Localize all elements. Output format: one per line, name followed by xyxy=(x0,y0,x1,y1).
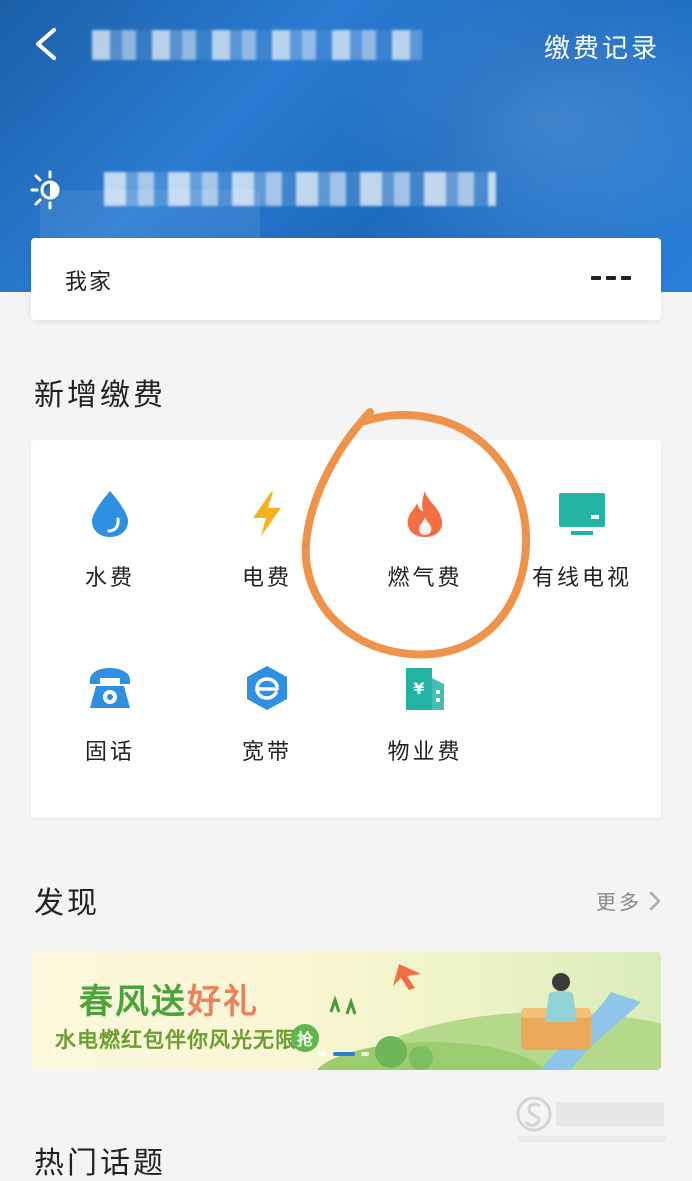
more-dot xyxy=(591,276,601,280)
chevron-right-icon xyxy=(649,891,661,910)
back-button[interactable] xyxy=(28,22,68,66)
sun-icon xyxy=(30,170,60,210)
broadband-icon xyxy=(239,660,295,716)
discover-title: 发现 xyxy=(34,886,100,921)
chevron-left-icon xyxy=(36,28,56,60)
service-label: 宽带 xyxy=(241,740,292,765)
more-dot xyxy=(606,276,616,280)
carousel-indicator xyxy=(319,1052,369,1056)
banner-title: 春风送好礼 xyxy=(79,982,259,1022)
service-label: 有线电视 xyxy=(531,566,632,591)
service-broadband[interactable]: 宽带 xyxy=(192,660,342,790)
services-grid: 水费 电费 燃气费 有线电视 固话 宽带 ¥ 物业费 xyxy=(31,440,661,818)
blurred-title xyxy=(92,30,422,60)
banner-subtitle: 水电燃红包伴你风光无限 xyxy=(55,1028,297,1052)
service-property[interactable]: ¥ 物业费 xyxy=(350,660,500,790)
home-label: 我家 xyxy=(65,270,114,295)
svg-text:¥: ¥ xyxy=(413,679,424,698)
tv-icon xyxy=(554,486,610,542)
payment-page: 缴费记录 我家 新增缴费 水费 电费 燃气费 有线电视 固话 宽带 ¥ 物业费 … xyxy=(0,0,692,1181)
payment-record-link[interactable]: 缴费记录 xyxy=(544,28,660,65)
more-options-button[interactable] xyxy=(591,266,631,290)
service-label: 物业费 xyxy=(387,740,463,765)
more-dot xyxy=(621,276,631,280)
new-payment-title: 新增缴费 xyxy=(34,378,166,413)
service-label: 燃气费 xyxy=(387,566,463,591)
discover-more-link[interactable]: 更多 xyxy=(596,886,662,915)
more-label: 更多 xyxy=(596,890,642,914)
water-drop-icon xyxy=(82,486,138,542)
building-icon: ¥ xyxy=(397,660,453,716)
flame-icon xyxy=(397,486,453,542)
watermark-logo xyxy=(516,1096,666,1142)
service-label: 固话 xyxy=(84,740,135,765)
home-account-card[interactable]: 我家 xyxy=(31,238,661,320)
lightning-icon xyxy=(239,486,295,542)
service-label: 水费 xyxy=(84,566,135,591)
service-gas[interactable]: 燃气费 xyxy=(350,486,500,616)
promo-banner[interactable]: 春风送好礼 水电燃红包伴你风光无限 抢 xyxy=(31,952,661,1070)
service-landline[interactable]: 固话 xyxy=(35,660,185,790)
service-cable-tv[interactable]: 有线电视 xyxy=(507,486,657,616)
service-electricity[interactable]: 电费 xyxy=(192,486,342,616)
blurred-address xyxy=(104,172,496,206)
service-water[interactable]: 水费 xyxy=(35,486,185,616)
hot-topics-title: 热门话题 xyxy=(34,1146,166,1181)
telephone-icon xyxy=(82,660,138,716)
service-label: 电费 xyxy=(241,566,292,591)
